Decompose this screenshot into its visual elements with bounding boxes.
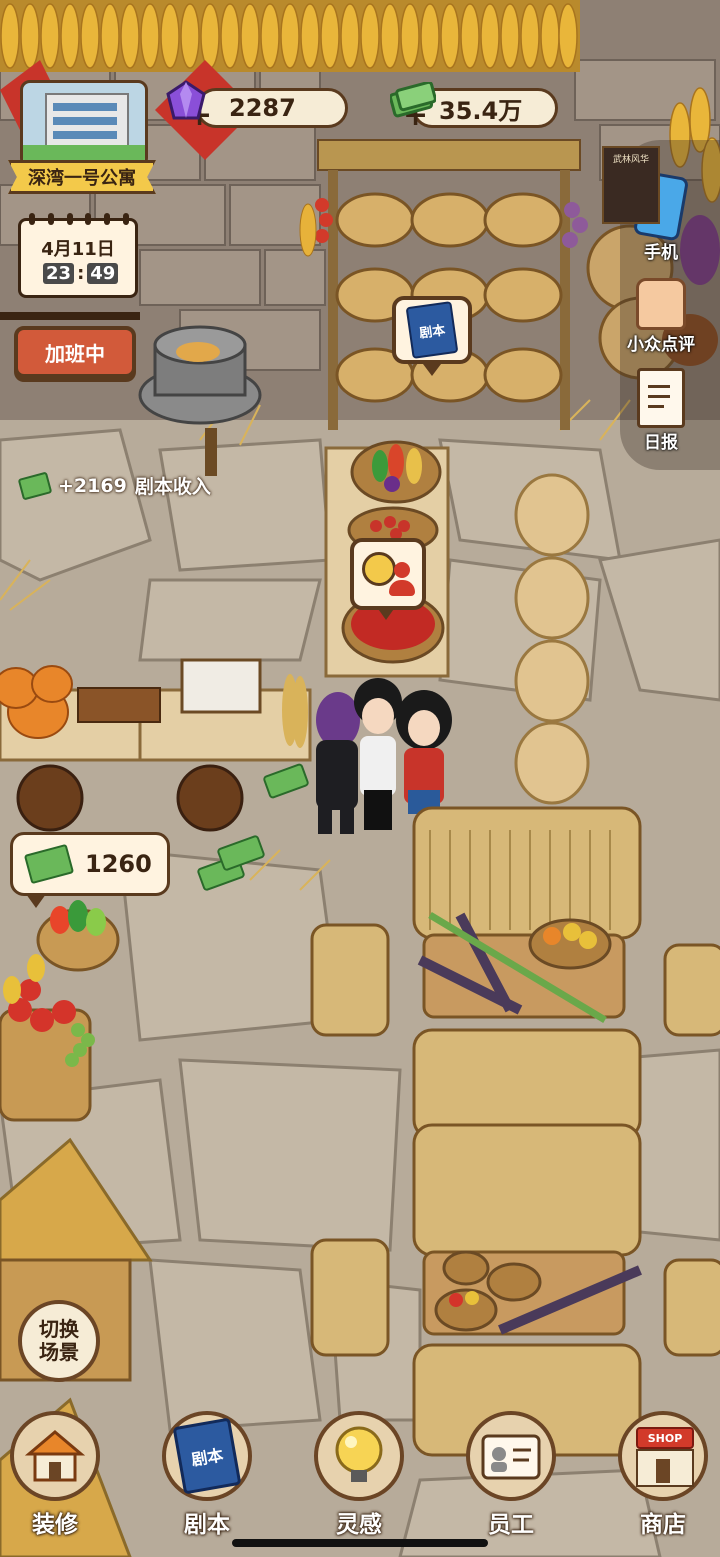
location-name: 深湾一号公寓 xyxy=(28,168,136,189)
collect-cash-bubble[interactable]: 1260 xyxy=(10,832,170,896)
review-label: 小众点评 xyxy=(627,335,695,355)
cash-amount: 35.4万 xyxy=(439,96,523,125)
shop-sign-label: SHOP xyxy=(647,1431,683,1445)
income-label: 剧本收入 xyxy=(134,476,211,498)
calendar-widget: 4月11日 23 : 49 xyxy=(18,213,138,298)
nav-inspiration-label: 灵感 xyxy=(336,1512,382,1538)
overtime-label: 加班中 xyxy=(45,341,105,366)
wall-poster: 武林风华 xyxy=(602,146,660,224)
calendar-minute: 49 xyxy=(87,263,119,284)
phone-label: 手机 xyxy=(644,243,678,263)
nav-shop[interactable]: SHOP 商店 xyxy=(608,1411,718,1539)
report-clipboard-icon xyxy=(637,368,685,428)
building-thumbnail xyxy=(20,80,148,168)
script-book-icon: 剧本 xyxy=(405,301,459,359)
staff-badge-icon xyxy=(466,1411,556,1501)
script-book-icon: 剧本 xyxy=(162,1411,252,1501)
person-icon xyxy=(388,562,416,598)
switch-scene-line2: 场景 xyxy=(39,1340,79,1364)
income-notice: +2169 剧本收入 xyxy=(17,470,211,501)
poster-title: 武林风华 xyxy=(612,155,649,165)
script-book-cover-label: 剧本 xyxy=(189,1445,225,1470)
nav-script[interactable]: 剧本 剧本 xyxy=(152,1411,262,1539)
nav-staff-label: 员工 xyxy=(488,1512,534,1538)
gem-icon xyxy=(164,80,208,124)
bottom-nav: 装修 剧本 剧本 灵感 员工 SHOP 商店 xyxy=(0,1411,720,1557)
cash-icon xyxy=(388,80,437,118)
daily-report-label: 日报 xyxy=(644,433,678,453)
review-button[interactable]: 小众点评 xyxy=(616,278,706,355)
house-icon xyxy=(10,1411,100,1501)
home-indicator[interactable] xyxy=(232,1539,488,1547)
calendar-rings xyxy=(29,213,129,225)
nav-staff[interactable]: 员工 xyxy=(456,1411,566,1539)
switch-scene-button[interactable]: 切换 场景 xyxy=(18,1300,100,1382)
game-scene: 深湾一号公寓 + 2287 + 35.4万 4月11日 23 : 49 加班中 xyxy=(0,0,720,1557)
collect-cash-amount: 1260 xyxy=(85,850,152,878)
overtime-sign[interactable]: 加班中 xyxy=(14,326,136,378)
income-amount: +2169 xyxy=(58,474,127,497)
calendar-hour: 23 xyxy=(43,263,75,284)
nav-shop-label: 商店 xyxy=(640,1512,686,1538)
nav-decorate[interactable]: 装修 xyxy=(0,1411,110,1539)
switch-scene-line1: 切换 xyxy=(39,1317,79,1341)
gem-counter[interactable]: + 2287 xyxy=(187,88,348,133)
cash-icon xyxy=(23,843,75,885)
location-name-banner: 深湾一号公寓 xyxy=(8,160,156,194)
cash-icon xyxy=(17,470,53,501)
calendar-time: 23 : 49 xyxy=(43,263,119,284)
thumbs-up-icon xyxy=(636,278,686,330)
nav-script-label: 剧本 xyxy=(184,1512,230,1538)
script-book-label: 剧本 xyxy=(418,322,447,342)
gem-amount: 2287 xyxy=(229,94,296,122)
daily-report-button[interactable]: 日报 xyxy=(616,368,706,453)
shop-icon: SHOP xyxy=(618,1411,708,1501)
sign-post xyxy=(0,312,140,320)
location-card[interactable]: 深湾一号公寓 xyxy=(8,80,156,198)
nav-inspiration[interactable]: 灵感 xyxy=(304,1411,414,1539)
nav-decorate-label: 装修 xyxy=(32,1512,78,1538)
lightbulb-icon xyxy=(314,1411,404,1501)
script-ready-bubble[interactable]: 剧本 xyxy=(392,296,472,364)
calendar-date: 4月11日 xyxy=(41,239,115,260)
customer-waiting-bubble[interactable] xyxy=(350,538,426,610)
